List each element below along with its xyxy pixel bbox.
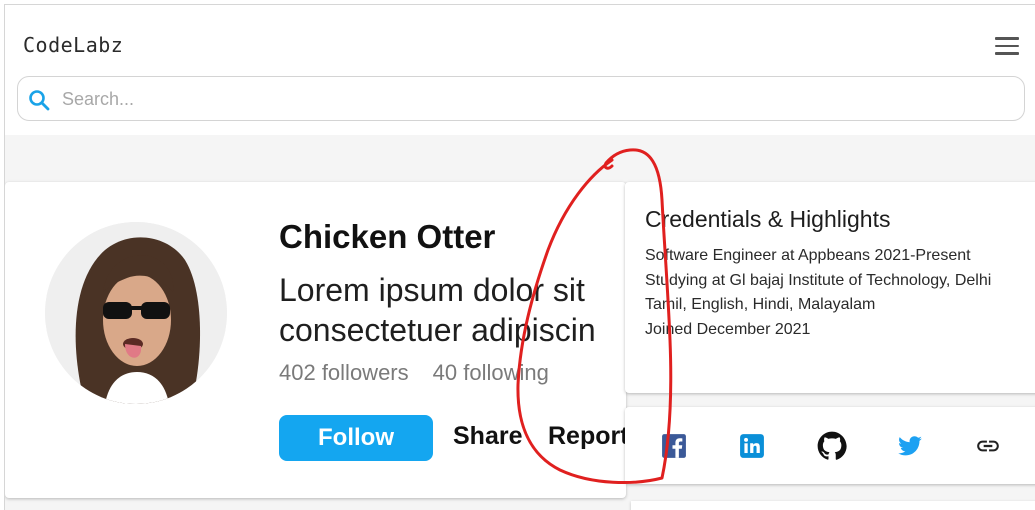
following-count[interactable]: 40 following: [433, 360, 549, 385]
share-button[interactable]: Share: [453, 422, 522, 451]
link-icon[interactable]: [975, 433, 1001, 459]
profile-name: Chicken Otter: [279, 218, 496, 255]
linkedin-icon[interactable]: [739, 433, 765, 459]
search-input[interactable]: [62, 86, 662, 112]
profile-card: Chicken Otter Lorem ipsum dolor sit cons…: [5, 182, 626, 498]
credentials-list: Software Engineer at Appbeans 2021-Prese…: [645, 244, 995, 342]
credential-item: Studying at Gl bajaj Institute of Techno…: [645, 271, 992, 289]
profile-bio-line-2: consectetuer adipiscin: [279, 312, 596, 348]
profile-bio-line-1: Lorem ipsum dolor sit: [279, 272, 585, 308]
credentials-card: Credentials & Highlights Software Engine…: [625, 182, 1035, 393]
hamburger-menu-icon[interactable]: [995, 37, 1019, 55]
avatar: [45, 222, 227, 404]
profile-bio: Lorem ipsum dolor sit consectetuer adipi…: [279, 270, 626, 350]
credentials-title: Credentials & Highlights: [645, 206, 891, 232]
github-icon[interactable]: [817, 431, 847, 461]
facebook-icon[interactable]: [661, 433, 687, 459]
brand-logo[interactable]: CodeLabz: [23, 33, 123, 57]
secondary-card: [631, 501, 1035, 510]
credential-item: Joined December 2021: [645, 320, 811, 338]
social-links-card: [625, 407, 1035, 484]
twitter-icon[interactable]: [897, 433, 923, 459]
followers-count[interactable]: 402 followers: [279, 360, 409, 385]
search-icon: [29, 90, 50, 111]
credential-item: Software Engineer at Appbeans 2021-Prese…: [645, 247, 971, 264]
search-bar[interactable]: [17, 76, 1025, 121]
credential-item: Tamil, English, Hindi, Malayalam: [645, 296, 876, 313]
app-window: CodeLabz Search... Chicken Otter Lorem i…: [4, 4, 1035, 510]
app-bar: CodeLabz: [5, 5, 1035, 135]
follow-stats: 402 followers 40 following: [279, 360, 549, 386]
report-button[interactable]: Report: [548, 422, 626, 451]
follow-button[interactable]: Follow: [279, 415, 433, 461]
